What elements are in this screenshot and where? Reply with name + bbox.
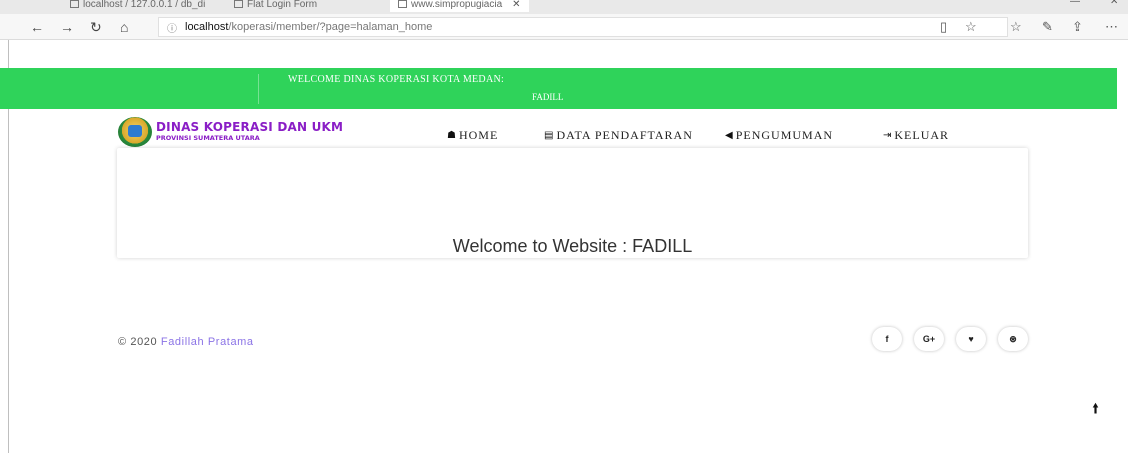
browser-tab-strip: localhost / 127.0.0.1 / db_di Flat Login… <box>0 0 1128 14</box>
tab-label: www.simpropugiacia <box>411 0 503 10</box>
dribbble-glyph: ⊛ <box>1009 333 1017 344</box>
address-host: localhost <box>185 21 229 33</box>
nav-item-data-pendaftaran[interactable]: ▤ DATA PENDAFTARAN <box>544 128 693 143</box>
minimize-icon[interactable]: — <box>1070 0 1080 7</box>
favorites-list-icon[interactable]: ☆ <box>1010 17 1022 37</box>
home-icon: ☗ <box>447 130 456 141</box>
welcome-message: Welcome to Website : FADILL <box>452 236 693 256</box>
sign-out-icon: ⇥ <box>883 130 892 141</box>
back-arrow-icon[interactable]: ← <box>30 17 44 37</box>
page-icon <box>398 0 407 8</box>
site-logo[interactable]: DINAS KOPERASI DAN UKM PROVINSI SUMATERA… <box>118 117 343 147</box>
banner-username: FADILL <box>532 92 564 102</box>
address-bar[interactable]: ⓘ localhost/koperasi/member/?page=halama… <box>158 17 1008 37</box>
browser-tab-2[interactable]: Flat Login Form <box>234 0 317 12</box>
share-icon[interactable]: ⇪ <box>1072 17 1083 37</box>
nav-item-pengumuman[interactable]: ◀ PENGUMUMAN <box>725 128 833 143</box>
facebook-glyph: f <box>885 334 889 344</box>
favorite-star-icon[interactable]: ☆ <box>965 17 977 37</box>
facebook-icon[interactable]: f <box>872 327 902 351</box>
reading-view-icon[interactable]: ▯ <box>940 17 947 37</box>
close-icon[interactable]: ✕ <box>512 0 520 10</box>
tab-label: Flat Login Form <box>247 0 318 10</box>
nav-item-label: PENGUMUMAN <box>735 128 834 142</box>
tab-label: localhost / 127.0.0.1 / db_di <box>83 0 206 10</box>
refresh-icon[interactable]: ↻ <box>90 17 102 37</box>
forward-arrow-icon[interactable]: → <box>60 17 74 37</box>
bullhorn-icon: ◀ <box>725 130 733 141</box>
nav-item-label: KELUAR <box>894 128 950 142</box>
scroll-to-top-arrow-icon[interactable]: 🠙 <box>1092 398 1099 422</box>
address-path: /koperasi/member/?page=halaman_home <box>228 21 433 33</box>
welcome-card: Welcome to Website : FADILL <box>117 148 1028 258</box>
logo-title: DINAS KOPERASI DAN UKM <box>156 120 344 134</box>
browser-tab-1[interactable]: localhost / 127.0.0.1 / db_di <box>70 0 205 12</box>
browser-tab-3[interactable]: www.simpropugiacia ✕ <box>390 0 529 12</box>
home-browser-icon[interactable]: ⌂ <box>120 17 128 37</box>
twitter-glyph: ♥ <box>968 334 974 344</box>
logo-subtitle: PROVINSI SUMATERA UTARA <box>156 134 260 142</box>
nav-item-label: HOME <box>458 128 499 142</box>
banner-welcome-text: WELCOME DINAS KOPERASI KOTA MEDAN: <box>288 74 505 85</box>
welcome-banner: WELCOME DINAS KOPERASI KOTA MEDAN: FADIL… <box>0 68 1117 109</box>
info-icon: ⓘ <box>167 23 177 35</box>
copyright: © 2020 Fadillah Pratama <box>118 336 254 348</box>
page-icon <box>70 0 79 8</box>
province-emblem-icon <box>118 117 152 147</box>
id-card-icon: ▤ <box>544 130 554 141</box>
google-plus-glyph: G+ <box>922 334 936 344</box>
nav-item-keluar[interactable]: ⇥ KELUAR <box>883 128 949 143</box>
dribbble-icon[interactable]: ⊛ <box>998 327 1028 351</box>
twitter-icon[interactable]: ♥ <box>956 327 986 351</box>
google-plus-icon[interactable]: G+ <box>914 327 944 351</box>
banner-divider <box>258 74 259 104</box>
browser-nav-bar: ← → ↻ ⌂ ⓘ localhost/koperasi/member/?pag… <box>0 14 1128 40</box>
close-window-icon[interactable]: ✕ <box>1110 0 1118 7</box>
nav-item-label: DATA PENDAFTARAN <box>556 128 693 142</box>
author-link[interactable]: Fadillah Pratama <box>161 336 254 348</box>
page-icon <box>234 0 243 8</box>
copyright-prefix: © 2020 <box>118 336 158 348</box>
nav-item-home[interactable]: ☗ HOME <box>447 128 498 143</box>
pen-icon[interactable]: ✎ <box>1042 17 1053 37</box>
more-menu-icon[interactable]: ⋯ <box>1105 17 1118 37</box>
